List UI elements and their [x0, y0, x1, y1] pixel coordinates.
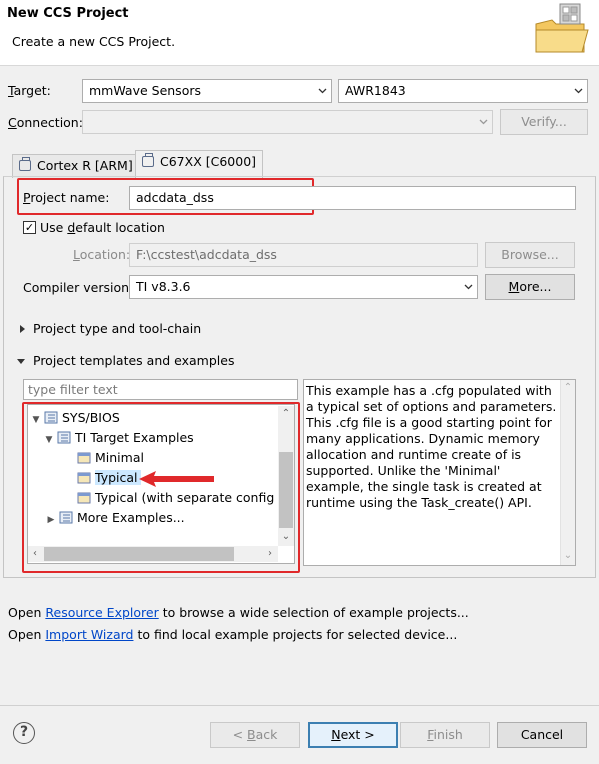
template-icon	[77, 452, 91, 464]
connection-label: Connection:	[8, 115, 83, 130]
briefcase-icon	[142, 153, 154, 167]
location-label: Location:	[73, 247, 131, 262]
verify-button[interactable]: Verify...	[500, 109, 588, 135]
tree-horizontal-scroll-thumb[interactable]	[44, 547, 234, 561]
info-text: Open	[8, 627, 46, 642]
tab-cortex-r[interactable]: Cortex R [ARM]	[12, 154, 140, 178]
chevron-down-icon	[464, 284, 473, 290]
expand-down-icon[interactable]: ▼	[43, 430, 55, 450]
folder-doc-icon	[59, 511, 73, 524]
tree-item-label: More Examples...	[77, 510, 185, 525]
chevron-right-icon[interactable]	[18, 325, 26, 333]
chevron-down-icon	[479, 119, 488, 125]
tree-item-label: Typical (with separate config pr	[95, 490, 278, 505]
tree-item-sysbios[interactable]: ▼ SYS/BIOS	[30, 408, 120, 428]
scroll-down-icon[interactable]: ⌄	[279, 530, 293, 544]
help-icon[interactable]: ?	[13, 722, 35, 744]
info-line-resource-explorer: Open Resource Explorer to browse a wide …	[8, 605, 469, 620]
section-project-templates[interactable]: Project templates and examples	[33, 353, 234, 368]
target-family-combo[interactable]: mmWave Sensors	[82, 79, 332, 103]
more-button[interactable]: More...	[485, 274, 575, 300]
location-input[interactable]: F:\ccstest\adcdata_dss	[129, 243, 478, 267]
compiler-version-label: Compiler version:	[23, 280, 134, 295]
section-project-type-toolchain[interactable]: Project type and tool-chain	[33, 321, 201, 336]
tree-item-label: TI Target Examples	[75, 430, 194, 445]
tree-item-ti-target-examples[interactable]: ▼ TI Target Examples	[43, 428, 194, 448]
template-description-text: This example has a .cfg populated with a…	[306, 383, 557, 510]
tree-item-typical-separate-config[interactable]: Typical (with separate config pr	[77, 488, 278, 508]
tree-item-label-selected: Typical	[95, 470, 141, 485]
chevron-down-icon	[318, 88, 327, 94]
cancel-button[interactable]: Cancel	[497, 722, 587, 748]
expand-down-icon[interactable]: ▼	[30, 410, 42, 430]
footer-separator	[0, 705, 599, 706]
tree-item-minimal[interactable]: Minimal	[77, 448, 144, 468]
connection-combo[interactable]	[82, 110, 493, 134]
import-wizard-link[interactable]: Import Wizard	[45, 627, 133, 642]
chevron-down-icon[interactable]	[17, 357, 25, 365]
scroll-up-icon[interactable]: ⌃	[279, 407, 293, 421]
tree-item-more-examples[interactable]: ▶ More Examples...	[45, 508, 185, 528]
finish-button[interactable]: Finish	[400, 722, 490, 748]
target-label: Target:	[8, 83, 51, 98]
scroll-left-icon[interactable]: ‹	[28, 547, 42, 561]
resource-explorer-link[interactable]: Resource Explorer	[45, 605, 158, 620]
folder-doc-icon	[57, 431, 71, 444]
new-project-wizard-icon	[535, 3, 589, 53]
template-icon	[77, 472, 91, 484]
target-family-value: mmWave Sensors	[89, 83, 201, 98]
chevron-down-icon	[574, 88, 583, 94]
info-text: Open	[8, 605, 46, 620]
next-button[interactable]: Next >	[308, 722, 398, 748]
project-name-input[interactable]: adcdata_dss	[129, 186, 576, 210]
description-scrollbar[interactable]	[560, 380, 575, 565]
info-text: to browse a wide selection of example pr…	[158, 605, 469, 620]
compiler-version-value: TI v8.3.6	[136, 279, 191, 294]
tree-item-label: Minimal	[95, 450, 144, 465]
scroll-right-icon[interactable]: ›	[263, 547, 277, 561]
use-default-location-label: Use default location	[40, 220, 165, 235]
folder-doc-icon	[44, 411, 58, 424]
info-line-import-wizard: Open Import Wizard to find local example…	[8, 627, 457, 642]
info-text: to find local example projects for selec…	[133, 627, 458, 642]
dialog-subtitle: Create a new CCS Project.	[12, 34, 176, 49]
tab-label: C67XX [C6000]	[160, 154, 257, 169]
use-default-location-checkbox[interactable]: ✓	[23, 221, 36, 234]
dialog-title: New CCS Project	[7, 6, 129, 21]
back-button[interactable]: < Back	[210, 722, 300, 748]
compiler-version-combo[interactable]: TI v8.3.6	[129, 275, 478, 299]
scroll-down-icon[interactable]: ⌄	[561, 549, 575, 563]
expand-right-icon[interactable]: ▶	[45, 510, 57, 530]
tree-item-typical[interactable]: Typical	[77, 468, 141, 488]
scroll-up-icon[interactable]: ⌃	[561, 381, 575, 395]
project-name-label: Project name:	[23, 190, 110, 205]
template-icon	[77, 492, 91, 504]
tree-item-label: SYS/BIOS	[62, 410, 120, 425]
tab-label: Cortex R [ARM]	[37, 158, 133, 173]
template-filter-input[interactable]: type filter text	[23, 379, 298, 400]
target-device-value: AWR1843	[345, 83, 406, 98]
annotation-arrow-icon	[139, 471, 214, 487]
tree-vertical-scroll-thumb[interactable]	[279, 452, 293, 528]
browse-button[interactable]: Browse...	[485, 242, 575, 268]
tab-c67xx[interactable]: C67XX [C6000]	[135, 150, 264, 178]
target-device-combo[interactable]: AWR1843	[338, 79, 588, 103]
briefcase-icon	[19, 157, 31, 171]
